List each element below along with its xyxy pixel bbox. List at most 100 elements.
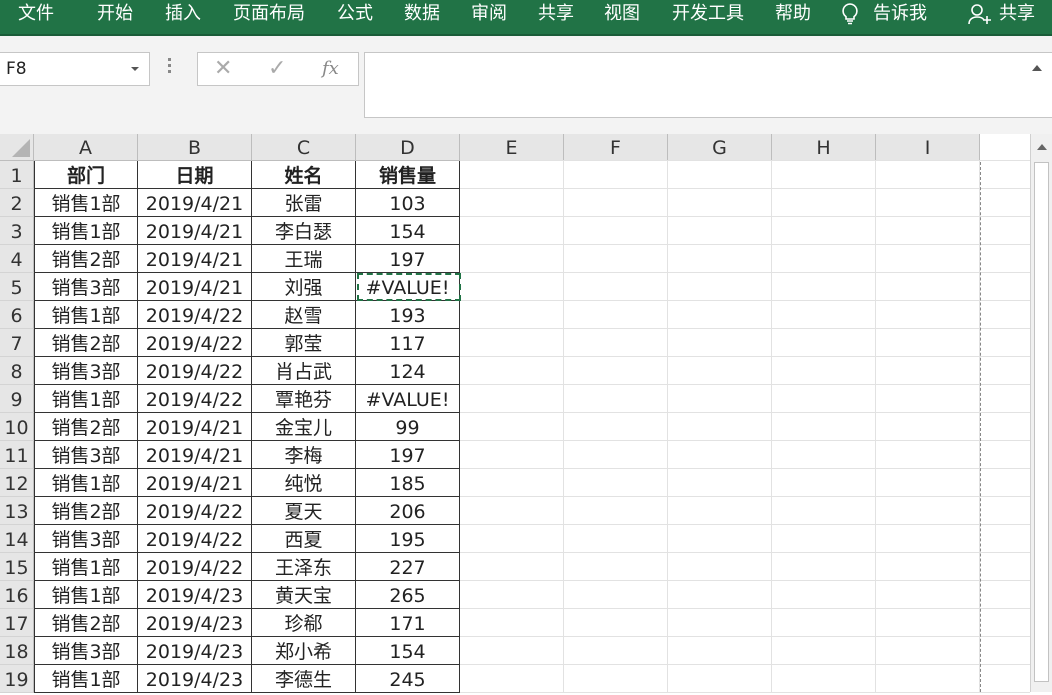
table-cell[interactable]: 2019/4/21 — [138, 273, 252, 301]
table-cell[interactable]: 销售2部 — [34, 245, 138, 273]
table-cell[interactable]: 销售1部 — [34, 469, 138, 497]
table-cell[interactable]: 销售2部 — [34, 497, 138, 525]
table-cell[interactable]: 185 — [356, 469, 460, 497]
column-header-e[interactable]: E — [460, 134, 564, 161]
row-header[interactable]: 6 — [0, 301, 34, 329]
vertical-scrollbar[interactable] — [1030, 134, 1052, 692]
table-cell[interactable]: 销售3部 — [34, 637, 138, 665]
table-cell[interactable]: 103 — [356, 189, 460, 217]
table-cell[interactable]: 2019/4/21 — [138, 469, 252, 497]
row-header[interactable]: 2 — [0, 189, 34, 217]
formula-input[interactable] — [364, 52, 1052, 118]
table-cell[interactable]: 王瑞 — [252, 245, 356, 273]
table-cell[interactable]: 2019/4/22 — [138, 385, 252, 413]
table-cell[interactable]: 销售1部 — [34, 217, 138, 245]
row-header[interactable]: 15 — [0, 553, 34, 581]
row-header[interactable]: 16 — [0, 581, 34, 609]
column-header-d[interactable]: D — [356, 134, 460, 161]
table-cell[interactable]: 227 — [356, 553, 460, 581]
column-header-g[interactable]: G — [668, 134, 772, 161]
table-cell[interactable]: 197 — [356, 245, 460, 273]
scroll-up-arrow-icon[interactable] — [1037, 144, 1047, 150]
column-header-a[interactable]: A — [34, 134, 138, 161]
table-cell[interactable]: 99 — [356, 413, 460, 441]
table-cell[interactable]: 黄天宝 — [252, 581, 356, 609]
table-cell[interactable]: 2019/4/21 — [138, 189, 252, 217]
chevron-down-icon[interactable] — [131, 67, 139, 71]
table-cell[interactable]: 李梅 — [252, 441, 356, 469]
row-header[interactable]: 10 — [0, 413, 34, 441]
table-cell[interactable]: 纯悦 — [252, 469, 356, 497]
column-header-b[interactable]: B — [138, 134, 252, 161]
table-cell[interactable]: 销售1部 — [34, 553, 138, 581]
table-cell[interactable]: #VALUE! — [356, 385, 460, 413]
table-cell[interactable]: 2019/4/21 — [138, 441, 252, 469]
table-cell[interactable]: 销售3部 — [34, 525, 138, 553]
table-cell[interactable]: 193 — [356, 301, 460, 329]
tab-review[interactable]: 审阅 — [471, 0, 507, 28]
table-cell[interactable]: 销售3部 — [34, 357, 138, 385]
table-cell[interactable]: 2019/4/23 — [138, 581, 252, 609]
cancel-icon[interactable]: ✕ — [214, 53, 232, 85]
table-cell[interactable]: 珍郗 — [252, 609, 356, 637]
table-cell[interactable]: 265 — [356, 581, 460, 609]
table-cell[interactable]: 2019/4/21 — [138, 217, 252, 245]
column-header-h[interactable]: H — [772, 134, 876, 161]
table-cell[interactable]: 郑小希 — [252, 637, 356, 665]
table-cell[interactable]: 2019/4/22 — [138, 553, 252, 581]
tab-developer[interactable]: 开发工具 — [672, 0, 744, 28]
table-cell[interactable]: 刘强 — [252, 273, 356, 301]
name-box[interactable]: F8 — [0, 52, 150, 86]
tab-help[interactable]: 帮助 — [775, 0, 811, 28]
row-header[interactable]: 9 — [0, 385, 34, 413]
table-cell[interactable]: 117 — [356, 329, 460, 357]
table-cell[interactable]: 夏天 — [252, 497, 356, 525]
row-header[interactable]: 13 — [0, 497, 34, 525]
row-header[interactable]: 5 — [0, 273, 34, 301]
table-cell[interactable]: 2019/4/22 — [138, 497, 252, 525]
select-all-button[interactable] — [0, 134, 34, 161]
table-cell[interactable]: 金宝儿 — [252, 413, 356, 441]
tell-me-search[interactable]: 告诉我 — [873, 0, 927, 28]
table-cell[interactable]: 171 — [356, 609, 460, 637]
table-cell[interactable]: 销售2部 — [34, 329, 138, 357]
column-header-c[interactable]: C — [252, 134, 356, 161]
table-cell[interactable]: 2019/4/22 — [138, 357, 252, 385]
row-header[interactable]: 3 — [0, 217, 34, 245]
user-add-icon[interactable] — [968, 0, 992, 28]
tab-file[interactable]: 文件 — [18, 0, 54, 28]
table-cell[interactable]: 2019/4/23 — [138, 637, 252, 665]
row-header[interactable]: 18 — [0, 637, 34, 665]
table-cell[interactable]: 2019/4/22 — [138, 329, 252, 357]
table-cell[interactable]: 肖占武 — [252, 357, 356, 385]
tab-formulas[interactable]: 公式 — [337, 0, 373, 28]
table-cell[interactable]: 郭莹 — [252, 329, 356, 357]
table-cell[interactable]: 197 — [356, 441, 460, 469]
row-header[interactable]: 4 — [0, 245, 34, 273]
row-header[interactable]: 7 — [0, 329, 34, 357]
row-header[interactable]: 14 — [0, 525, 34, 553]
tab-page-layout[interactable]: 页面布局 — [233, 0, 305, 28]
tab-share[interactable]: 共享 — [538, 0, 574, 28]
table-cell[interactable]: 2019/4/22 — [138, 301, 252, 329]
tab-data[interactable]: 数据 — [404, 0, 440, 28]
header-cell[interactable]: 姓名 — [252, 161, 356, 189]
share-button[interactable]: 共享 — [999, 0, 1035, 28]
lightbulb-icon[interactable] — [840, 0, 860, 28]
enter-icon[interactable]: ✓ — [268, 53, 286, 85]
tab-home[interactable]: 开始 — [97, 0, 133, 28]
header-cell[interactable]: 部门 — [34, 161, 138, 189]
table-cell[interactable]: 245 — [356, 665, 460, 693]
table-cell[interactable]: 154 — [356, 637, 460, 665]
table-cell[interactable]: 销售1部 — [34, 189, 138, 217]
column-header-i[interactable]: I — [876, 134, 980, 161]
table-cell[interactable]: 李白瑟 — [252, 217, 356, 245]
tab-insert[interactable]: 插入 — [165, 0, 201, 28]
table-cell[interactable]: 销售2部 — [34, 413, 138, 441]
row-header[interactable]: 19 — [0, 665, 34, 693]
table-cell[interactable]: 李德生 — [252, 665, 356, 693]
table-cell[interactable]: 195 — [356, 525, 460, 553]
tab-view[interactable]: 视图 — [604, 0, 640, 28]
insert-function-icon[interactable]: fx — [322, 53, 339, 85]
header-cell[interactable]: 日期 — [138, 161, 252, 189]
